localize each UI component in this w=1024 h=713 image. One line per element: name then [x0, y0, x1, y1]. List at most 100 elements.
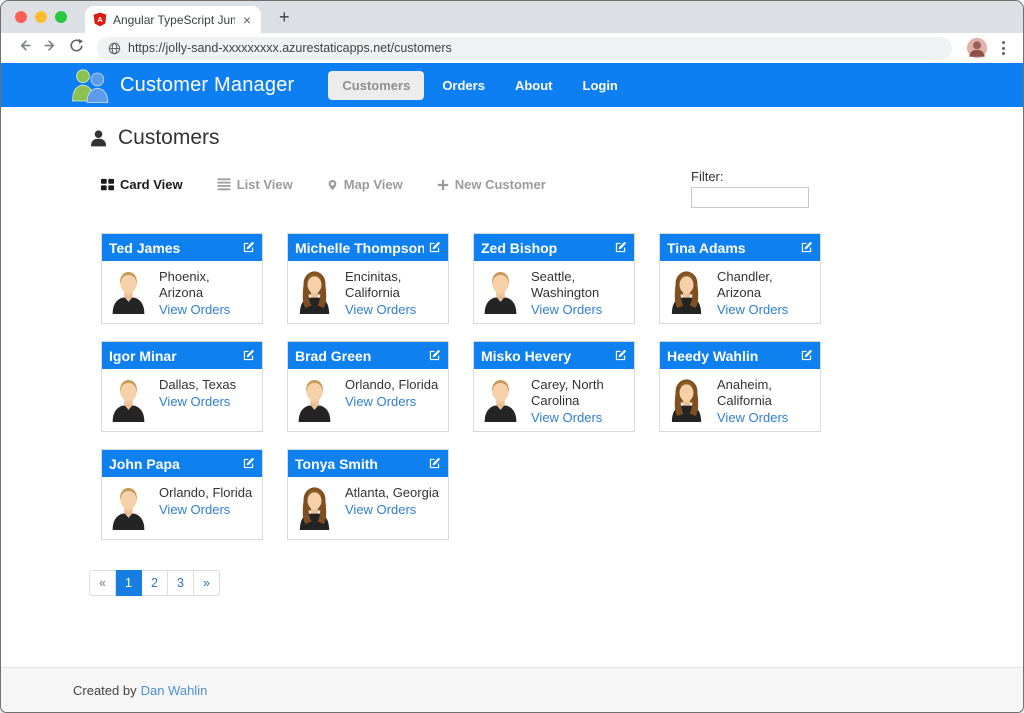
map-view-button[interactable]: Map View	[327, 177, 403, 192]
edit-customer-button[interactable]	[242, 241, 255, 254]
view-orders-link[interactable]: View Orders	[159, 302, 256, 318]
view-switcher: Card View List View Map View	[101, 177, 546, 192]
edit-customer-button[interactable]	[614, 349, 627, 362]
customer-card: Zed Bishop Seattle, Washington View Orde…	[473, 233, 635, 324]
new-customer-label: New Customer	[455, 177, 546, 192]
view-orders-link[interactable]: View Orders	[345, 502, 439, 518]
customer-card-header: Tonya Smith	[288, 450, 448, 477]
nav-item-customers[interactable]: Customers	[328, 71, 424, 100]
customer-card-header: Ted James	[102, 234, 262, 261]
edit-customer-button[interactable]	[428, 241, 441, 254]
edit-customer-button[interactable]	[242, 457, 255, 470]
view-orders-link[interactable]: View Orders	[345, 394, 438, 410]
customer-name: Misko Hevery	[481, 348, 610, 364]
customer-card-header: John Papa	[102, 450, 262, 477]
customer-info: Phoenix, Arizona View Orders	[159, 268, 256, 318]
page-button[interactable]: 2	[142, 570, 168, 596]
browser-toolbar: https://jolly-sand-xxxxxxxxx.azurestatic…	[1, 33, 1023, 63]
filter-input[interactable]	[691, 187, 809, 208]
edit-customer-button[interactable]	[800, 241, 813, 254]
close-tab-icon[interactable]: ×	[241, 13, 253, 27]
browser-menu-button[interactable]	[994, 37, 1013, 59]
customer-card-header: Heedy Wahlin	[660, 342, 820, 369]
customer-card: Tina Adams Chandler, Arizona View Orders	[659, 233, 821, 324]
view-orders-link[interactable]: View Orders	[531, 410, 628, 426]
customer-avatar	[481, 376, 520, 423]
customer-card-body: Dallas, Texas View Orders	[102, 369, 262, 423]
page-button[interactable]: 3	[168, 570, 194, 596]
nav-item-about[interactable]: About	[503, 71, 565, 100]
browser-tab[interactable]: A Angular TypeScript JumpStart ×	[85, 6, 261, 33]
toolbar: Card View List View Map View	[101, 169, 809, 209]
customer-avatar	[295, 484, 334, 531]
footer-author-link[interactable]: Dan Wahlin	[141, 683, 208, 698]
customer-info: Atlanta, Georgia View Orders	[345, 484, 439, 531]
back-button[interactable]	[11, 38, 37, 58]
nav-item-orders[interactable]: Orders	[430, 71, 497, 100]
view-orders-link[interactable]: View Orders	[531, 302, 628, 318]
customer-location: Dallas, Texas	[159, 377, 236, 393]
nav-item-login[interactable]: Login	[571, 71, 630, 100]
edit-icon	[428, 349, 441, 362]
edit-customer-button[interactable]	[800, 349, 813, 362]
edit-icon	[614, 349, 627, 362]
svg-text:A: A	[97, 15, 103, 24]
customer-name: Ted James	[109, 240, 238, 256]
zoom-window-button[interactable]	[55, 11, 67, 23]
footer-text: Created by	[73, 683, 137, 698]
customer-card-header: Tina Adams	[660, 234, 820, 261]
customer-card-body: Anaheim, California View Orders	[660, 369, 820, 426]
edit-customer-button[interactable]	[614, 241, 627, 254]
customer-card: Misko Hevery Carey, North Carolina View …	[473, 341, 635, 432]
new-tab-button[interactable]: +	[273, 8, 296, 26]
browser-profile-button[interactable]	[966, 37, 988, 59]
customer-info: Anaheim, California View Orders	[717, 376, 814, 426]
view-orders-link[interactable]: View Orders	[345, 302, 442, 318]
customer-info: Orlando, Florida View Orders	[345, 376, 438, 423]
customer-name: Zed Bishop	[481, 240, 610, 256]
filter-block: Filter:	[691, 169, 809, 208]
new-customer-button[interactable]: New Customer	[437, 177, 546, 192]
customer-card: Brad Green Orlando, Florida View Orders	[287, 341, 449, 432]
refresh-button[interactable]	[63, 38, 89, 58]
minimize-window-button[interactable]	[35, 11, 47, 23]
profile-avatar-icon	[966, 37, 988, 59]
footer: Created by Dan Wahlin	[1, 667, 1023, 712]
page-title: Customers	[118, 126, 220, 150]
card-view-button[interactable]: Card View	[101, 177, 183, 192]
pagination: «123»	[89, 570, 1023, 596]
page-button[interactable]: «	[89, 570, 116, 596]
card-view-label: Card View	[120, 177, 183, 192]
customer-card-header: Michelle Thompson	[288, 234, 448, 261]
customer-card: Igor Minar Dallas, Texas View Orders	[101, 341, 263, 432]
edit-customer-button[interactable]	[428, 457, 441, 470]
page-button[interactable]: 1	[116, 570, 142, 596]
customer-location: Seattle, Washington	[531, 269, 628, 301]
customer-card-header: Igor Minar	[102, 342, 262, 369]
edit-customer-button[interactable]	[428, 349, 441, 362]
close-window-button[interactable]	[15, 11, 27, 23]
customer-name: John Papa	[109, 456, 238, 472]
view-orders-link[interactable]: View Orders	[717, 410, 814, 426]
app-brand[interactable]: Customer Manager	[120, 74, 294, 97]
main-nav: Customers Orders About Login	[328, 71, 630, 100]
edit-icon	[800, 349, 813, 362]
address-bar[interactable]: https://jolly-sand-xxxxxxxxx.azurestatic…	[97, 37, 952, 60]
edit-icon	[614, 241, 627, 254]
list-icon	[217, 178, 231, 191]
list-view-label: List View	[237, 177, 293, 192]
customer-info: Carey, North Carolina View Orders	[531, 376, 628, 426]
page-button[interactable]: »	[194, 570, 220, 596]
customer-info: Dallas, Texas View Orders	[159, 376, 236, 423]
view-orders-link[interactable]: View Orders	[159, 502, 252, 518]
edit-customer-button[interactable]	[242, 349, 255, 362]
view-orders-link[interactable]: View Orders	[159, 394, 236, 410]
url-text: https://jolly-sand-xxxxxxxxx.azurestatic…	[128, 41, 452, 55]
customer-name: Tina Adams	[667, 240, 796, 256]
view-orders-link[interactable]: View Orders	[717, 302, 814, 318]
forward-button[interactable]	[37, 38, 63, 58]
customer-info: Chandler, Arizona View Orders	[717, 268, 814, 318]
list-view-button[interactable]: List View	[217, 177, 293, 192]
customer-card-header: Zed Bishop	[474, 234, 634, 261]
edit-icon	[242, 349, 255, 362]
